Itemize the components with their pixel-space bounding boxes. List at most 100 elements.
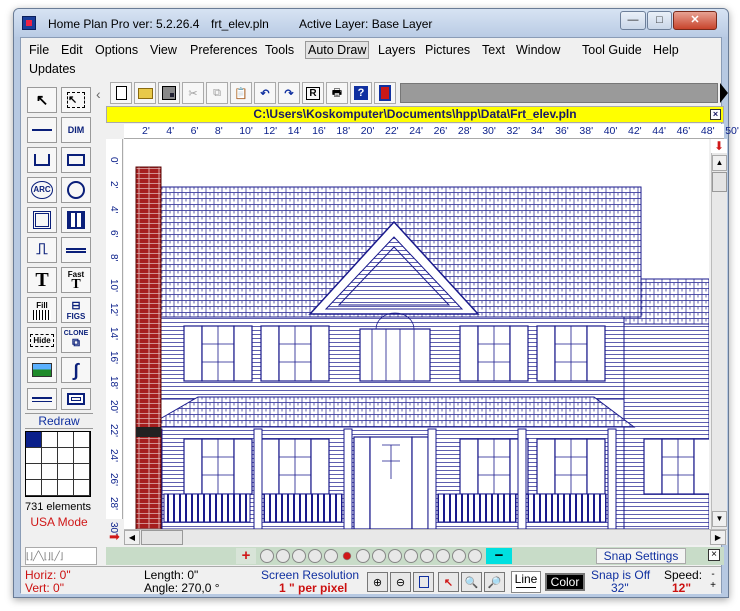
- layer-dot[interactable]: [420, 549, 434, 563]
- circle-tool[interactable]: [61, 177, 91, 203]
- drawing-canvas[interactable]: [124, 139, 709, 529]
- new-file-button[interactable]: [110, 82, 132, 104]
- snap-settings-button[interactable]: Snap Settings: [596, 548, 686, 564]
- layer-dot[interactable]: [292, 549, 306, 563]
- hide-tool[interactable]: Hide: [27, 327, 57, 353]
- menu-help[interactable]: Help: [653, 42, 679, 58]
- title-bar[interactable]: Home Plan Pro ver: 5.2.26.4 frt_elev.pln…: [14, 9, 728, 37]
- layer-dot[interactable]: [436, 549, 450, 563]
- path-bar-close-button[interactable]: ×: [710, 109, 721, 120]
- copy-button[interactable]: ⧉: [206, 82, 228, 104]
- print-report-button[interactable]: R: [302, 82, 324, 104]
- exit-button[interactable]: [374, 82, 396, 104]
- redraw-button[interactable]: Redraw: [25, 413, 93, 429]
- scroll-right-arrow[interactable]: ▶: [710, 530, 726, 545]
- thick-line-tool[interactable]: [27, 388, 57, 410]
- menu-text[interactable]: Text: [482, 42, 505, 58]
- redo-button[interactable]: ↷: [278, 82, 300, 104]
- add-layer-button[interactable]: +: [236, 548, 256, 564]
- layer-dot[interactable]: [388, 549, 402, 563]
- scroll-page-down-icon[interactable]: ⬇: [711, 139, 727, 153]
- freehand-tool[interactable]: ∫: [61, 357, 91, 383]
- undo-button[interactable]: ↶: [254, 82, 276, 104]
- close-button[interactable]: ✕: [673, 11, 717, 30]
- layer-dot[interactable]: [260, 549, 274, 563]
- figures-tool[interactable]: ⊟ FIGS: [61, 297, 91, 323]
- menu-file[interactable]: File: [29, 42, 49, 58]
- layer-dot[interactable]: [324, 549, 338, 563]
- remove-layer-button[interactable]: −: [486, 548, 512, 564]
- scroll-down-arrow[interactable]: ▼: [712, 511, 727, 527]
- page-thumbnails[interactable]: ⌊⌋╱╲⌊⌋⌊╱⌋: [25, 547, 97, 565]
- line-tool[interactable]: [27, 117, 57, 143]
- dimension-tool[interactable]: DIM: [61, 117, 91, 143]
- minimize-button[interactable]: —: [620, 11, 646, 30]
- horizontal-scroll-thumb[interactable]: [141, 530, 183, 545]
- double-line-tool[interactable]: [61, 237, 91, 263]
- vertical-scroll-thumb[interactable]: [712, 172, 727, 192]
- menu-tools[interactable]: Tools: [265, 42, 294, 58]
- menu-auto-draw[interactable]: Auto Draw: [305, 41, 370, 59]
- menu-updates[interactable]: Updates: [29, 61, 76, 77]
- usa-mode-button[interactable]: USA Mode: [25, 515, 93, 529]
- window-grid-tool[interactable]: [61, 207, 91, 233]
- line-style-selector[interactable]: Line: [511, 571, 541, 593]
- menu-window[interactable]: Window: [516, 42, 560, 58]
- layer-dot[interactable]: [308, 549, 322, 563]
- menu-tool-guide[interactable]: Tool Guide: [582, 42, 642, 58]
- zoom-grid[interactable]: [25, 431, 91, 497]
- toolbar-right-arrow-icon[interactable]: [720, 83, 728, 103]
- zoom-page-button[interactable]: [413, 572, 434, 592]
- open-file-button[interactable]: [134, 82, 156, 104]
- zoom-out-button[interactable]: ⊖: [390, 572, 411, 592]
- layer-dot[interactable]: [404, 549, 418, 563]
- rectangle-tool[interactable]: [61, 147, 91, 173]
- fast-text-tool[interactable]: Fast T: [61, 267, 91, 293]
- zoom-window-button[interactable]: ↖: [438, 572, 459, 592]
- horizontal-scrollbar[interactable]: ◀ ▶: [124, 529, 727, 545]
- layer-dot[interactable]: [356, 549, 370, 563]
- zoom-select-button[interactable]: 🔍: [461, 572, 482, 592]
- help-button[interactable]: ?: [350, 82, 372, 104]
- maximize-button[interactable]: □: [647, 11, 672, 30]
- menu-options[interactable]: Options: [95, 42, 138, 58]
- color-selector[interactable]: Color: [545, 573, 585, 591]
- layer-dot[interactable]: [452, 549, 466, 563]
- clone-tool[interactable]: CLONE ⧉: [61, 327, 91, 353]
- layer-bar-close-button[interactable]: ×: [708, 549, 720, 561]
- scroll-left-arrow[interactable]: ◀: [124, 530, 140, 545]
- text-tool[interactable]: T: [27, 267, 57, 293]
- zoom-extents-button[interactable]: 🔎: [484, 572, 505, 592]
- menu-preferences[interactable]: Preferences: [190, 42, 257, 58]
- paste-button[interactable]: 📋: [230, 82, 252, 104]
- picture-tool[interactable]: [27, 357, 57, 383]
- menu-layers[interactable]: Layers: [378, 42, 416, 58]
- layer-dot[interactable]: [468, 549, 482, 563]
- print-button[interactable]: 🖶: [326, 82, 348, 104]
- box-select-tool[interactable]: ↖: [61, 87, 91, 113]
- menu-edit[interactable]: Edit: [61, 42, 83, 58]
- speed-down-icon[interactable]: +: [707, 580, 719, 591]
- speed-up-icon[interactable]: -: [707, 569, 719, 580]
- select-arrow-tool[interactable]: ↖: [27, 87, 57, 113]
- fill-tool[interactable]: Fill: [27, 297, 57, 323]
- wall-tool[interactable]: [27, 147, 57, 173]
- vertical-scrollbar[interactable]: ⬇ ▲ ▼: [711, 139, 727, 529]
- layer-dot[interactable]: [276, 549, 290, 563]
- speed-stepper[interactable]: - +: [707, 569, 719, 593]
- scroll-page-left-icon[interactable]: ➡: [106, 529, 123, 545]
- toolbar-left-arrow-icon[interactable]: ‹: [96, 86, 101, 102]
- cut-button[interactable]: ✂: [182, 82, 204, 104]
- save-button[interactable]: [158, 82, 180, 104]
- active-layer-dot[interactable]: [342, 551, 352, 561]
- zoom-in-button[interactable]: ⊕: [367, 572, 388, 592]
- door-tool[interactable]: ⎍: [27, 237, 57, 263]
- menu-pictures[interactable]: Pictures: [425, 42, 470, 58]
- room-tool[interactable]: [27, 207, 57, 233]
- scroll-up-arrow[interactable]: ▲: [712, 155, 727, 171]
- fill-label: Fill: [36, 300, 48, 310]
- layer-dot[interactable]: [372, 549, 386, 563]
- arc-tool[interactable]: ARC: [27, 177, 57, 203]
- menu-view[interactable]: View: [150, 42, 177, 58]
- box-tool[interactable]: [61, 388, 91, 410]
